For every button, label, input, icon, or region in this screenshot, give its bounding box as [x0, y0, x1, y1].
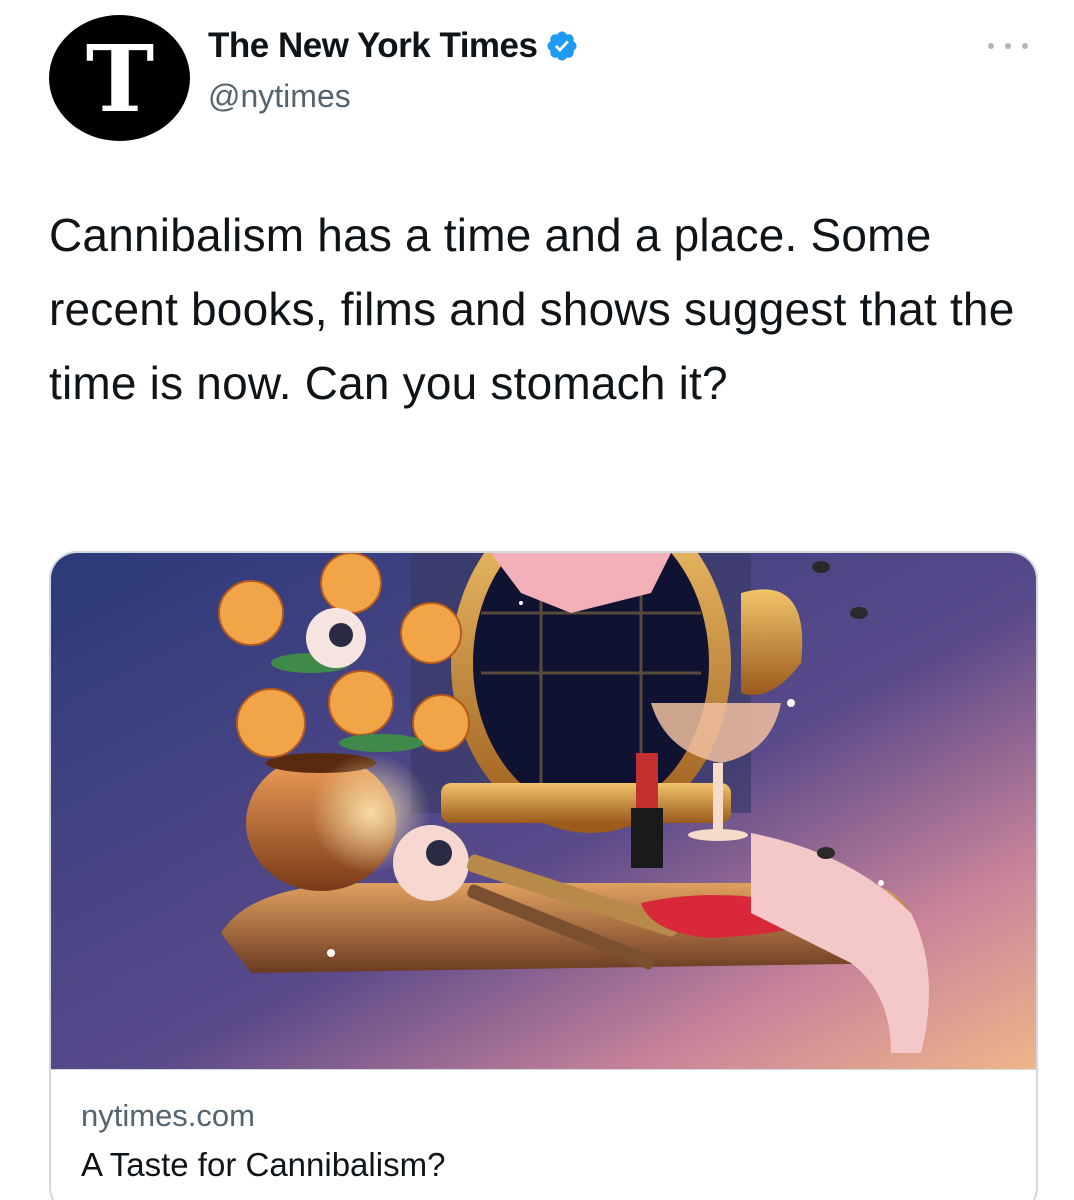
avatar[interactable]: T: [49, 15, 190, 141]
dot-icon: [988, 43, 994, 49]
more-options-icon[interactable]: [988, 34, 1028, 58]
card-title[interactable]: A Taste for Cannibalism?: [81, 1146, 445, 1184]
author-names: The New York Times @nytimes: [208, 24, 579, 115]
card-footer: nytimes.com A Taste for Cannibalism?: [51, 1069, 1036, 1200]
verified-badge-icon: [545, 29, 579, 63]
dot-icon: [1005, 43, 1011, 49]
handle[interactable]: @nytimes: [208, 78, 579, 115]
avatar-letter: T: [85, 25, 153, 133]
link-card[interactable]: nytimes.com A Taste for Cannibalism?: [49, 551, 1038, 1200]
nyt-logo-icon: T: [85, 25, 153, 133]
tweet: T The New York Times @nytimes Cannibalis…: [0, 0, 1074, 1200]
tweet-text: Cannibalism has a time and a place. Some…: [49, 209, 1015, 409]
card-domain: nytimes.com: [81, 1098, 255, 1133]
display-name-row: The New York Times: [208, 24, 579, 68]
dot-icon: [1022, 43, 1028, 49]
illustration-image: [51, 553, 1036, 1069]
display-name[interactable]: The New York Times: [208, 26, 538, 66]
